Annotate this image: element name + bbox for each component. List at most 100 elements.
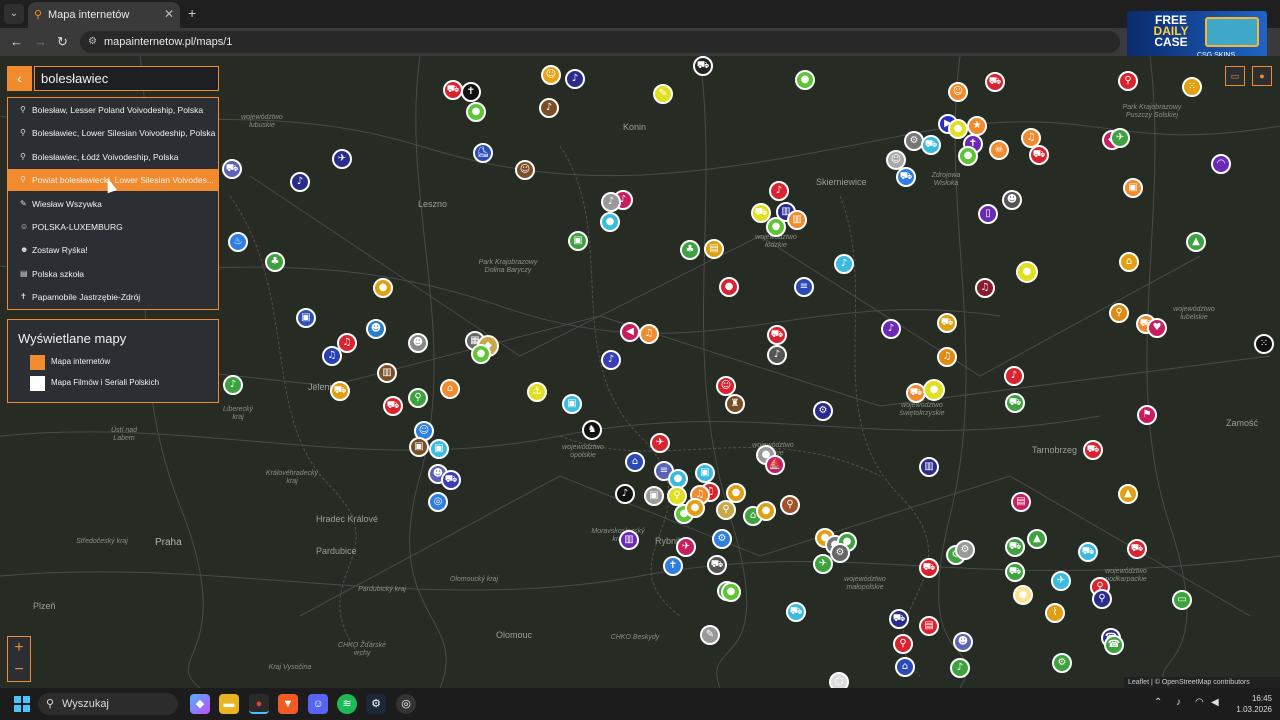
marker-table-icon[interactable]: ▥ — [377, 363, 397, 383]
marker-runner-icon[interactable]: ✈ — [676, 537, 696, 557]
marker-tractor-icon[interactable]: ⛟ — [1127, 539, 1147, 559]
marker-runner-icon[interactable]: ✈ — [1110, 128, 1130, 148]
search-result-item[interactable]: ⚲ Bolesławiec, Łódź Voivodeship, Polska — [8, 146, 218, 168]
tab-search-button[interactable]: ⌄ — [4, 4, 24, 24]
reload-icon[interactable]: ↻ — [57, 34, 68, 50]
copilot-icon[interactable]: ◆ — [190, 694, 210, 714]
marker-car-icon[interactable]: ⛟ — [383, 396, 403, 416]
forward-icon[interactable]: → — [34, 34, 47, 49]
marker-car-icon[interactable]: ⛟ — [1005, 393, 1025, 413]
taskbar-clock[interactable]: 16:45 1.03.2026 — [1232, 693, 1272, 715]
marker-person-icon[interactable]: ☺ — [948, 82, 968, 102]
search-result-item[interactable]: ▤ Polska szkoła — [8, 263, 218, 285]
marker-people-icon[interactable]: ☻ — [1002, 190, 1022, 210]
marker-pin-icon[interactable]: ⚲ — [780, 495, 800, 515]
marker-home-icon[interactable]: ⌂ — [1119, 252, 1139, 272]
marker-guitar-icon[interactable]: ♫ — [975, 278, 995, 298]
marker-guitar-icon[interactable]: ♫ — [639, 324, 659, 344]
back-icon[interactable]: ← — [10, 34, 23, 49]
marker-car-icon[interactable]: ⛟ — [693, 56, 713, 76]
marker-car-icon[interactable]: ⛟ — [330, 381, 350, 401]
marker-cog-icon[interactable]: ⚙ — [712, 529, 732, 549]
marker-dots-icon[interactable]: ⁙ — [1182, 77, 1202, 97]
marker-car-icon[interactable]: ⛟ — [1005, 562, 1025, 582]
marker-mic-icon[interactable]: ♪ — [881, 319, 901, 339]
search-result-item[interactable]: ☻ Zostaw Ryśka! — [8, 239, 218, 261]
marker-bike-icon[interactable]: ⚙ — [1052, 653, 1072, 673]
marker-leaf-icon[interactable]: ● — [766, 217, 786, 237]
marker-pin-icon[interactable]: ⚲ — [667, 486, 687, 506]
marker-ball-icon[interactable]: ● — [373, 278, 393, 298]
marker-bike-icon[interactable]: ⚙ — [813, 401, 833, 421]
marker-people-icon[interactable]: ☻ — [408, 333, 428, 353]
marker-leaf-icon[interactable]: ● — [466, 102, 486, 122]
site-info-icon[interactable]: ⚙ — [88, 36, 97, 47]
microphone-icon[interactable]: ♪ — [1176, 697, 1181, 708]
marker-bus-icon[interactable]: ▣ — [296, 308, 316, 328]
marker-circle-icon[interactable]: ● — [1013, 585, 1033, 605]
marker-heart-icon[interactable]: ♥ — [1147, 318, 1167, 338]
marker-music-icon[interactable]: ♪ — [769, 181, 789, 201]
marker-cross-icon[interactable]: ✝ — [663, 556, 683, 576]
volume-icon[interactable]: ◀ — [1211, 697, 1219, 708]
marker-person-icon[interactable]: ☺ — [515, 160, 535, 180]
marker-person-icon[interactable]: ☺ — [541, 65, 561, 85]
marker-music-icon[interactable]: ♪ — [615, 484, 635, 504]
marker-runner-icon[interactable]: ✈ — [650, 433, 670, 453]
taskbar-search[interactable]: ⚲ Wyszukaj — [38, 693, 178, 715]
brave-icon[interactable]: ▼ — [278, 694, 298, 714]
marker-castle-icon[interactable]: ♜ — [725, 394, 745, 414]
steam-icon[interactable]: ⚙ — [366, 694, 386, 714]
marker-cross-icon[interactable]: ✝ — [461, 82, 481, 102]
marker-ship-icon[interactable]: ⛵ — [765, 455, 785, 475]
search-result-item[interactable]: ✝ Papamobile Jastrzębie-Zdrój — [8, 286, 218, 308]
marker-car-icon[interactable]: ⛟ — [937, 313, 957, 333]
marker-mic-icon[interactable]: ♪ — [1004, 366, 1024, 386]
back-button[interactable]: ‹ — [7, 66, 32, 91]
marker-people-icon[interactable]: ☻ — [953, 632, 973, 652]
marker-pin-icon[interactable]: ⚲ — [1118, 71, 1138, 91]
zoom-out-button[interactable]: − — [8, 659, 30, 681]
search-input[interactable] — [34, 66, 219, 91]
info-button[interactable]: ● — [1252, 66, 1272, 86]
search-result-item[interactable]: ⚲ Bolesławiec, Lower Silesian Voivodeship… — [8, 122, 218, 144]
marker-car-icon[interactable]: ⛟ — [985, 72, 1005, 92]
marker-grass-icon[interactable]: ♣ — [265, 252, 285, 272]
marker-leaf-icon[interactable]: ● — [721, 582, 741, 602]
search-result-item[interactable]: ☺ POLSKA-LUXEMBURG — [8, 216, 218, 238]
marker-home-icon[interactable]: ⌂ — [895, 657, 915, 677]
marker-runner-icon[interactable]: ✈ — [1051, 571, 1071, 591]
windows-start-icon[interactable] — [14, 696, 30, 712]
marker-circle-icon[interactable]: ○ — [829, 672, 849, 688]
marker-ball-icon[interactable]: ● — [719, 277, 739, 297]
search-result-item[interactable]: ⚲ Bolesław, Lesser Poland Voivodeship, Po… — [8, 99, 218, 121]
marker-drop-icon[interactable]: ● — [600, 212, 620, 232]
marker-pin-icon[interactable]: ⚲ — [1109, 303, 1129, 323]
marker-tent-icon[interactable]: ▲ — [1118, 484, 1138, 504]
monitor-button[interactable]: ▭ — [1225, 66, 1245, 86]
marker-bus-icon[interactable]: ▣ — [562, 394, 582, 414]
marker-person-icon[interactable]: ☺ — [716, 376, 736, 396]
marker-disc-icon[interactable]: ◎ — [428, 492, 448, 512]
marker-mic-icon[interactable]: ♪ — [290, 172, 310, 192]
obs-icon[interactable]: ◎ — [396, 694, 416, 714]
search-result-item[interactable]: ✎ Wiesław Wszywka — [8, 193, 218, 215]
marker-guitar-icon[interactable]: ♫ — [1021, 128, 1041, 148]
marker-megaphone-icon[interactable]: ◀ — [620, 322, 640, 342]
marker-screen-icon[interactable]: ▭ — [1172, 590, 1192, 610]
marker-sled-icon[interactable]: ⛸ — [473, 143, 493, 163]
marker-car-icon[interactable]: ⛟ — [767, 325, 787, 345]
marker-pin-icon[interactable]: ⚲ — [716, 500, 736, 520]
chrome-icon[interactable]: ● — [249, 694, 269, 714]
marker-phone-icon[interactable]: ▯ — [978, 204, 998, 224]
file-explorer-icon[interactable]: ▬ — [219, 694, 239, 714]
marker-gift-icon[interactable]: ▣ — [568, 231, 588, 251]
marker-bus-icon[interactable]: ▣ — [695, 463, 715, 483]
marker-box-icon[interactable]: ▤ — [1011, 492, 1031, 512]
marker-car-icon[interactable]: ⛟ — [707, 555, 727, 575]
marker-pencil-icon[interactable]: ✎ — [653, 84, 673, 104]
marker-phone-icon[interactable]: ☎ — [1104, 635, 1124, 655]
marker-bus-icon[interactable]: ▣ — [409, 437, 429, 457]
marker-circle-icon[interactable]: ● — [1016, 261, 1038, 283]
marker-car-icon[interactable]: ⛟ — [921, 135, 941, 155]
